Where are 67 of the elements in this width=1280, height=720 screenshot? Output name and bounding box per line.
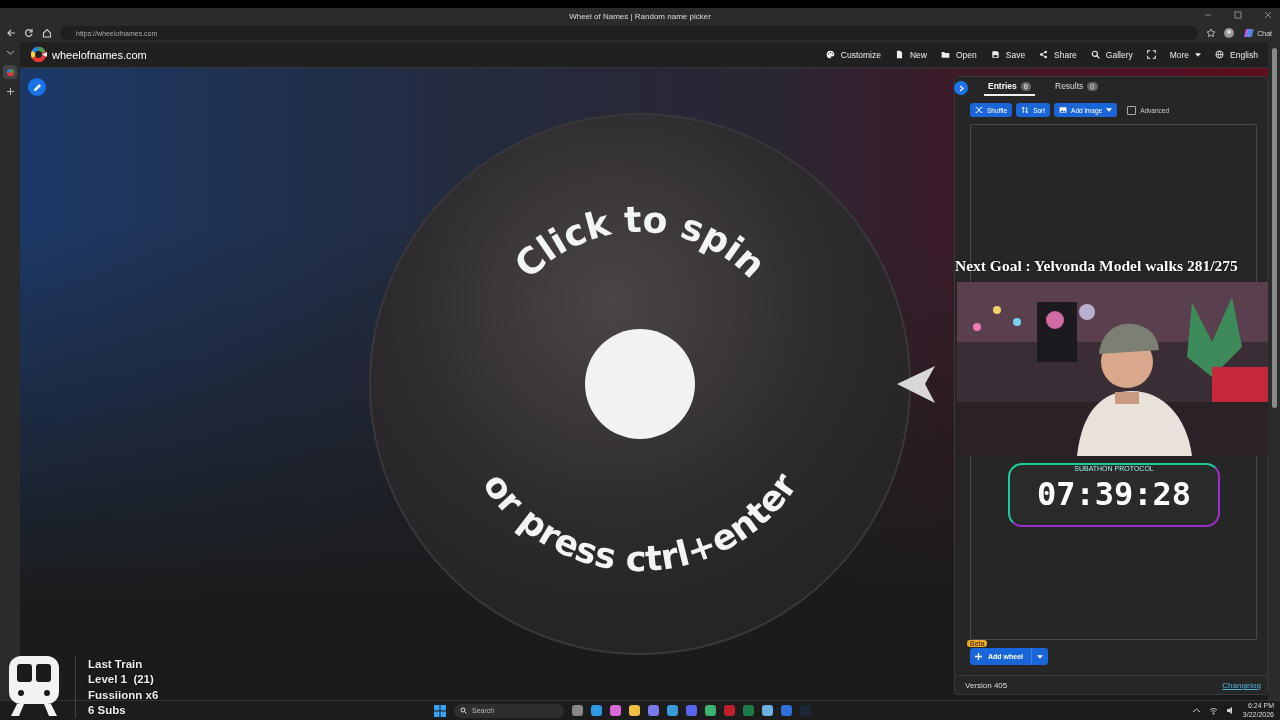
share-icon (1039, 50, 1049, 59)
pencil-icon (32, 82, 42, 92)
menu-item[interactable]: English (1215, 49, 1258, 60)
app-icon[interactable] (648, 705, 659, 716)
menu-item[interactable]: Gallery (1090, 49, 1133, 60)
plus-icon[interactable] (5, 87, 15, 96)
window-title: Wheel of Names | Random name picker (569, 11, 711, 21)
app-icon[interactable] (610, 705, 621, 716)
menu-item[interactable]: New (894, 49, 927, 60)
train-stat: Level 1 (21) (88, 672, 155, 688)
menu-item[interactable]: Share (1039, 49, 1077, 60)
app-icon[interactable] (572, 705, 583, 716)
chevron-button[interactable] (954, 81, 968, 95)
pointer-icon (897, 366, 935, 403)
version-text: Version 405 (965, 681, 1008, 690)
maximize-icon[interactable] (1234, 11, 1242, 19)
shuffle-icon (975, 106, 983, 114)
caret-icon (1195, 52, 1202, 57)
reload-icon[interactable] (24, 28, 34, 38)
chevron-icon (957, 84, 965, 92)
changelog-link[interactable]: Changelog (1222, 681, 1261, 690)
folder-icon (940, 50, 950, 59)
home-icon[interactable] (42, 28, 52, 38)
start-icon[interactable] (434, 704, 446, 717)
goal-text: Next Goal : Yelvonda Model walks 281/275 (955, 257, 1238, 275)
chevron-icon[interactable] (5, 48, 15, 57)
countdown-timer: 07:39:28 (1036, 475, 1192, 513)
caret-icon (1037, 654, 1043, 659)
plus-icon (975, 653, 982, 660)
app-icon[interactable] (686, 705, 697, 716)
avatar-icon[interactable] (1224, 28, 1235, 38)
image-icon (1059, 106, 1068, 114)
wifi-icon[interactable] (1208, 706, 1218, 715)
chevron-icon[interactable] (1191, 706, 1201, 715)
caret-icon (1106, 108, 1113, 112)
file-icon (894, 50, 904, 59)
site-name[interactable]: wheelofnames.com (52, 48, 826, 61)
star-icon[interactable] (1206, 28, 1217, 38)
app-icon[interactable] (629, 705, 640, 716)
app-icon[interactable] (705, 705, 716, 716)
globe-icon (1215, 50, 1225, 59)
app-icon[interactable] (762, 705, 773, 716)
back-icon[interactable] (6, 28, 16, 38)
train-stat: 6 Subs (88, 702, 127, 718)
train-stat: Last Train (88, 657, 144, 672)
fullscreen-button[interactable] (1146, 50, 1156, 59)
wheel[interactable] (369, 113, 911, 655)
palette-icon (825, 50, 835, 59)
search-icon (1090, 50, 1100, 59)
close-icon[interactable] (1264, 11, 1272, 19)
fullscreen-icon (1146, 50, 1156, 59)
menu-item[interactable]: Open (940, 49, 977, 60)
menu-item[interactable]: Customize (825, 49, 881, 60)
app-icon[interactable] (591, 705, 602, 716)
train-stat: Fussiionn x6 (88, 687, 159, 703)
menu-item[interactable]: Save (990, 49, 1026, 60)
search-icon (460, 707, 467, 714)
menu-item[interactable]: More (1169, 49, 1202, 60)
sort-icon (1021, 106, 1030, 114)
logo-icon[interactable] (30, 46, 47, 63)
site-tab-icon[interactable] (3, 65, 17, 79)
edit-button[interactable] (28, 78, 46, 96)
speaker-icon[interactable] (1225, 706, 1235, 715)
scrollbar-thumb[interactable] (1271, 48, 1277, 408)
app-icon[interactable] (667, 705, 678, 716)
save-icon (990, 50, 1000, 59)
chat-icon (1244, 28, 1255, 38)
